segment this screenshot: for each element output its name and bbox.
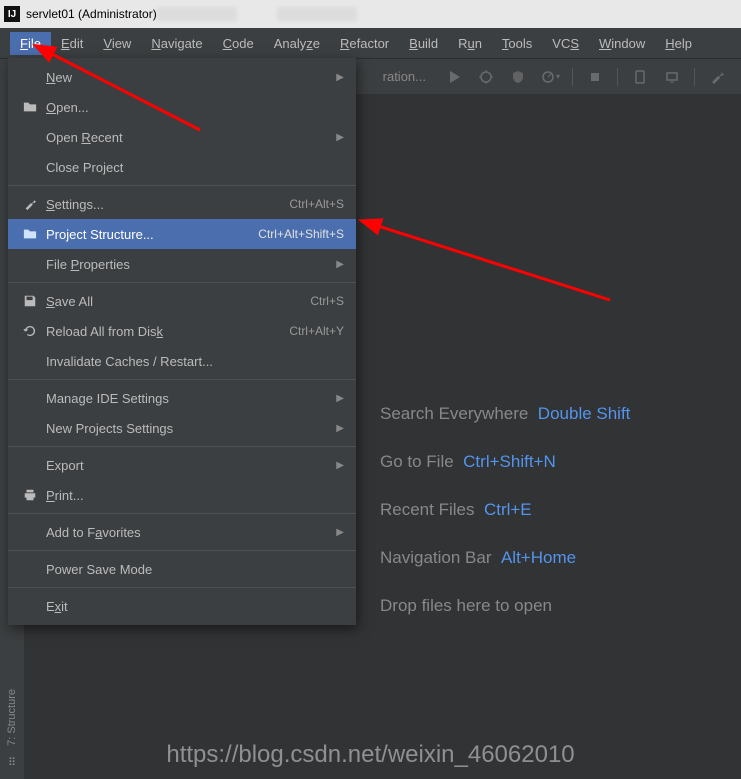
submenu-arrow-icon: ▶ (336, 527, 344, 538)
menu-item[interactable]: Exit (8, 591, 356, 621)
menu-item-label: Reload All from Disk (46, 324, 289, 339)
reload-icon (20, 324, 40, 338)
menu-item-shortcut: Ctrl+S (310, 294, 344, 308)
menu-analyze[interactable]: Analyze (264, 32, 330, 55)
menu-view[interactable]: View (93, 32, 141, 55)
menu-tools[interactable]: Tools (492, 32, 542, 55)
welcome-hints: Search Everywhere Double ShiftGo to File… (380, 390, 630, 630)
project-name: servlet01 (26, 7, 75, 21)
hint-text: Go to File (380, 452, 454, 471)
hint-text: Search Everywhere (380, 404, 528, 423)
hint-row: Go to File Ctrl+Shift+N (380, 438, 630, 486)
hint-row: Navigation Bar Alt+Home (380, 534, 630, 582)
menu-item-label: New Projects Settings (46, 421, 336, 436)
menu-item-label: New (46, 70, 336, 85)
submenu-arrow-icon: ▶ (336, 393, 344, 404)
submenu-arrow-icon: ▶ (336, 423, 344, 434)
menubar: FileEditViewNavigateCodeAnalyzeRefactorB… (0, 28, 741, 58)
hint-key: Double Shift (538, 404, 631, 423)
print-icon (20, 488, 40, 502)
hint-row: Drop files here to open (380, 582, 630, 630)
menu-code[interactable]: Code (213, 32, 264, 55)
hint-text: Recent Files (380, 500, 474, 519)
menu-vcs[interactable]: VCS (542, 32, 589, 55)
debug-icon[interactable] (474, 65, 498, 89)
menu-item-shortcut: Ctrl+Alt+Y (289, 324, 344, 338)
hint-key: Alt+Home (501, 548, 576, 567)
hint-key: Ctrl+E (484, 500, 532, 519)
hint-text: Navigation Bar (380, 548, 492, 567)
menu-item-label: Open Recent (46, 130, 336, 145)
menu-item-label: Close Project (46, 160, 344, 175)
menu-item-label: Open... (46, 100, 344, 115)
sidebar-dots-icon[interactable]: ⠿ (8, 756, 16, 769)
menu-item[interactable]: Open... (8, 92, 356, 122)
menu-item[interactable]: Save AllCtrl+S (8, 286, 356, 316)
run-icon[interactable] (442, 65, 466, 89)
menu-item-label: Invalidate Caches / Restart... (46, 354, 344, 369)
menu-build[interactable]: Build (399, 32, 448, 55)
menu-item[interactable]: Close Project (8, 152, 356, 182)
menu-item-shortcut: Ctrl+Alt+S (289, 197, 344, 211)
wrench-icon (20, 197, 40, 211)
hint-key: Ctrl+Shift+N (463, 452, 556, 471)
config-tail: ration... (383, 69, 426, 84)
folder-icon (20, 100, 40, 114)
submenu-arrow-icon: ▶ (336, 259, 344, 270)
structure-tab[interactable]: 7: Structure (6, 689, 18, 746)
profile-icon[interactable]: ▾ (538, 65, 562, 89)
menu-item[interactable]: File Properties▶ (8, 249, 356, 279)
device-icon[interactable] (628, 65, 652, 89)
menu-item[interactable]: Print... (8, 480, 356, 510)
menu-item-label: Manage IDE Settings (46, 391, 336, 406)
submenu-arrow-icon: ▶ (336, 460, 344, 471)
menu-item-label: File Properties (46, 257, 336, 272)
project-icon (20, 227, 40, 241)
menu-item-label: Export (46, 458, 336, 473)
menu-window[interactable]: Window (589, 32, 655, 55)
role-label: (Administrator) (78, 7, 157, 21)
hint-row: Recent Files Ctrl+E (380, 486, 630, 534)
menu-item[interactable]: Manage IDE Settings▶ (8, 383, 356, 413)
menu-item[interactable]: Invalidate Caches / Restart... (8, 346, 356, 376)
menu-item-label: Add to Favorites (46, 525, 336, 540)
menu-item[interactable]: Power Save Mode (8, 554, 356, 584)
stop-icon[interactable] (583, 65, 607, 89)
menu-item-label: Save All (46, 294, 310, 309)
submenu-arrow-icon: ▶ (336, 132, 344, 143)
menu-item[interactable]: Open Recent▶ (8, 122, 356, 152)
submenu-arrow-icon: ▶ (336, 72, 344, 83)
save-icon (20, 294, 40, 308)
wrench-icon[interactable] (705, 65, 729, 89)
menu-edit[interactable]: Edit (51, 32, 93, 55)
menu-help[interactable]: Help (655, 32, 702, 55)
menu-item[interactable]: Settings...Ctrl+Alt+S (8, 189, 356, 219)
menu-item-shortcut: Ctrl+Alt+Shift+S (258, 227, 344, 241)
menu-item-label: Exit (46, 599, 344, 614)
menu-run[interactable]: Run (448, 32, 492, 55)
avd-icon[interactable] (660, 65, 684, 89)
menu-item[interactable]: New▶ (8, 62, 356, 92)
menu-item-label: Settings... (46, 197, 289, 212)
menu-item[interactable]: Export▶ (8, 450, 356, 480)
hint-text: Drop files here to open (380, 596, 552, 615)
menu-item[interactable]: Add to Favorites▶ (8, 517, 356, 547)
menu-file[interactable]: File (10, 32, 51, 55)
menu-item[interactable]: Reload All from DiskCtrl+Alt+Y (8, 316, 356, 346)
titlebar: IJ servlet01 (Administrator) (0, 0, 741, 28)
menu-item-label: Power Save Mode (46, 562, 344, 577)
menu-item[interactable]: New Projects Settings▶ (8, 413, 356, 443)
coverage-icon[interactable] (506, 65, 530, 89)
menu-item-label: Print... (46, 488, 344, 503)
menu-navigate[interactable]: Navigate (141, 32, 212, 55)
menu-item-label: Project Structure... (46, 227, 258, 242)
menu-refactor[interactable]: Refactor (330, 32, 399, 55)
hint-row: Search Everywhere Double Shift (380, 390, 630, 438)
app-icon: IJ (4, 6, 20, 22)
file-menu-dropdown: New▶Open...Open Recent▶Close ProjectSett… (8, 58, 356, 625)
menu-item[interactable]: Project Structure...Ctrl+Alt+Shift+S (8, 219, 356, 249)
